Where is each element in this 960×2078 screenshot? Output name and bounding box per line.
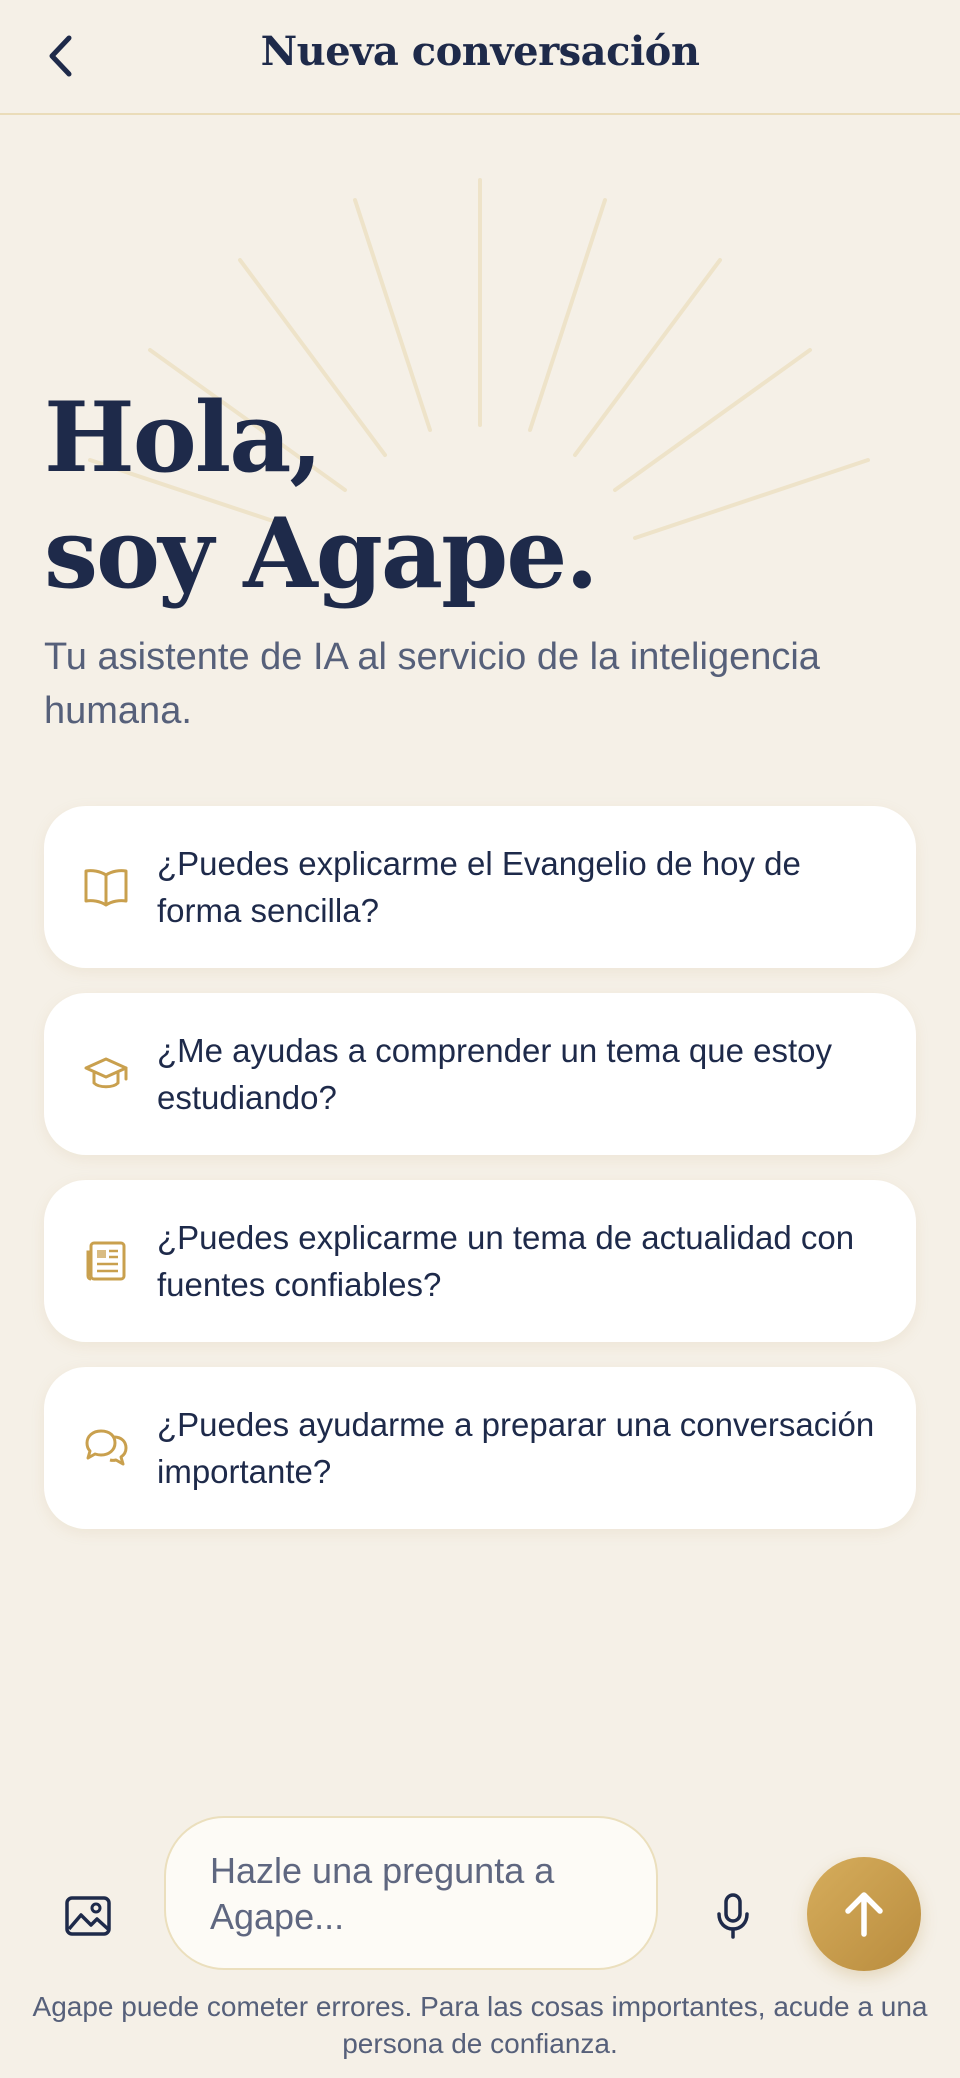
chat-bubbles-icon bbox=[82, 1424, 130, 1472]
disclaimer-text: Agape puede cometer errores. Para las co… bbox=[32, 1991, 928, 2059]
message-input[interactable] bbox=[210, 1848, 630, 1948]
arrow-up-icon bbox=[845, 1892, 883, 1937]
message-composer bbox=[0, 1810, 960, 1971]
suggestion-card-conversation[interactable]: ¿Puedes ayudarme a preparar una conversa… bbox=[44, 1367, 916, 1529]
book-open-icon bbox=[82, 863, 130, 911]
greeting-heading: Hola, soy Agape. bbox=[44, 380, 599, 612]
suggestion-text: ¿Me ayudas a comprender un tema que esto… bbox=[157, 1032, 833, 1116]
top-bar: Nueva conversación bbox=[0, 0, 960, 115]
suggestion-text: ¿Puedes explicarme el Evangelio de hoy d… bbox=[157, 845, 801, 929]
suggestion-card-gospel[interactable]: ¿Puedes explicarme el Evangelio de hoy d… bbox=[44, 806, 916, 968]
newspaper-icon bbox=[82, 1237, 130, 1285]
suggestion-list: ¿Puedes explicarme el Evangelio de hoy d… bbox=[44, 806, 916, 1554]
greeting-subtitle: Tu asistente de IA al servicio de la int… bbox=[44, 636, 820, 732]
message-input-container bbox=[164, 1816, 658, 1970]
greeting-line-1: Hola, bbox=[44, 381, 323, 494]
microphone-icon bbox=[717, 1893, 749, 1939]
image-icon bbox=[65, 1896, 111, 1936]
page-title: Nueva conversación bbox=[260, 28, 700, 75]
graduation-cap-icon bbox=[82, 1050, 130, 1098]
suggestion-text: ¿Puedes ayudarme a preparar una conversa… bbox=[157, 1406, 875, 1490]
suggestion-card-study[interactable]: ¿Me ayudas a comprender un tema que esto… bbox=[44, 993, 916, 1155]
app-screen: Nueva conversación Hola, soy Agape. Tu a… bbox=[0, 0, 960, 2078]
suggestion-text: ¿Puedes explicarme un tema de actualidad… bbox=[157, 1219, 855, 1303]
suggestion-card-news[interactable]: ¿Puedes explicarme un tema de actualidad… bbox=[44, 1180, 916, 1342]
send-button[interactable] bbox=[807, 1857, 921, 1971]
microphone-button[interactable] bbox=[708, 1888, 758, 1944]
greeting-line-2: soy Agape. bbox=[44, 497, 599, 610]
attach-image-button[interactable] bbox=[58, 1889, 118, 1943]
